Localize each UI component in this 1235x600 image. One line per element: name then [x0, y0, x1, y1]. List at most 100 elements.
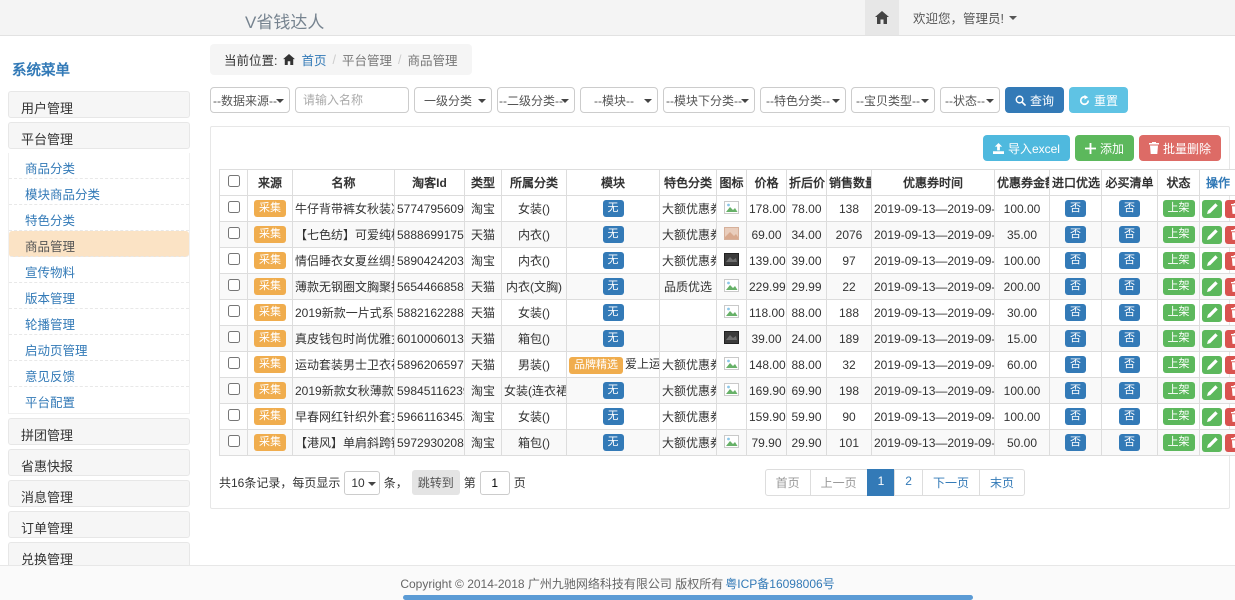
must-buy-badge[interactable]: 否	[1119, 434, 1140, 451]
select-all-checkbox[interactable]	[228, 175, 240, 187]
page-button[interactable]: 2	[894, 469, 923, 496]
edit-button[interactable]	[1202, 330, 1222, 348]
edit-button[interactable]	[1202, 356, 1222, 374]
row-checkbox[interactable]	[228, 409, 240, 421]
delete-button[interactable]	[1225, 356, 1235, 374]
horizontal-scrollbar[interactable]	[403, 595, 973, 600]
sidebar-subitem[interactable]: 启动页管理	[9, 335, 189, 361]
sidebar-subitem[interactable]: 商品分类	[9, 153, 189, 179]
edit-button[interactable]	[1202, 304, 1222, 322]
sidebar-subitem[interactable]: 版本管理	[9, 283, 189, 309]
must-buy-badge[interactable]: 否	[1119, 356, 1140, 373]
page-button[interactable]: 下一页	[922, 469, 980, 496]
status-badge[interactable]: 上架	[1163, 408, 1195, 425]
filter-select[interactable]: --数据来源--	[210, 87, 290, 113]
import-select-badge[interactable]: 否	[1065, 200, 1086, 217]
edit-button[interactable]	[1202, 382, 1222, 400]
status-badge[interactable]: 上架	[1163, 226, 1195, 243]
page-button[interactable]: 末页	[979, 469, 1025, 496]
import-select-badge[interactable]: 否	[1065, 278, 1086, 295]
edit-button[interactable]	[1202, 252, 1222, 270]
import-select-badge[interactable]: 否	[1065, 330, 1086, 347]
icp-link[interactable]: 粤ICP备16098006号	[725, 575, 834, 592]
status-badge[interactable]: 上架	[1163, 356, 1195, 373]
delete-button[interactable]	[1225, 252, 1235, 270]
sidebar-subitem[interactable]: 模块商品分类	[9, 179, 189, 205]
sidebar-item[interactable]: 消息管理	[8, 480, 190, 507]
row-checkbox[interactable]	[228, 331, 240, 343]
sidebar-subitem[interactable]: 平台配置	[9, 387, 189, 413]
row-checkbox[interactable]	[228, 279, 240, 291]
delete-button[interactable]	[1225, 304, 1235, 322]
must-buy-badge[interactable]: 否	[1119, 408, 1140, 425]
delete-button[interactable]	[1225, 382, 1235, 400]
status-badge[interactable]: 上架	[1163, 304, 1195, 321]
page-button[interactable]: 首页	[765, 469, 811, 496]
query-button[interactable]: 查询	[1005, 87, 1064, 113]
delete-button[interactable]	[1225, 200, 1235, 218]
home-button[interactable]	[865, 0, 899, 35]
edit-button[interactable]	[1202, 408, 1222, 426]
must-buy-badge[interactable]: 否	[1119, 252, 1140, 269]
filter-select[interactable]: --宝贝类型--	[851, 87, 935, 113]
row-checkbox[interactable]	[228, 227, 240, 239]
sidebar-item[interactable]: 兑换管理	[8, 542, 190, 565]
delete-button[interactable]	[1225, 408, 1235, 426]
filter-select[interactable]: --二级分类--	[497, 87, 575, 113]
delete-button[interactable]	[1225, 434, 1235, 452]
status-badge[interactable]: 上架	[1163, 382, 1195, 399]
edit-button[interactable]	[1202, 200, 1222, 218]
reset-button[interactable]: 重置	[1069, 87, 1128, 113]
filter-select[interactable]: --状态--	[940, 87, 1000, 113]
sidebar-item[interactable]: 拼团管理	[8, 418, 190, 445]
sidebar-subitem[interactable]: 特色分类	[9, 205, 189, 231]
must-buy-badge[interactable]: 否	[1119, 278, 1140, 295]
must-buy-badge[interactable]: 否	[1119, 330, 1140, 347]
edit-button[interactable]	[1202, 278, 1222, 296]
sidebar-item[interactable]: 订单管理	[8, 511, 190, 538]
import-select-badge[interactable]: 否	[1065, 408, 1086, 425]
must-buy-badge[interactable]: 否	[1119, 226, 1140, 243]
import-select-badge[interactable]: 否	[1065, 226, 1086, 243]
import-select-badge[interactable]: 否	[1065, 252, 1086, 269]
status-badge[interactable]: 上架	[1163, 434, 1195, 451]
sidebar-item[interactable]: 用户管理	[8, 91, 190, 118]
status-badge[interactable]: 上架	[1163, 278, 1195, 295]
filter-select[interactable]: --特色分类--	[760, 87, 846, 113]
filter-select[interactable]: --模块下分类--	[663, 87, 755, 113]
sidebar-subitem[interactable]: 轮播管理	[9, 309, 189, 335]
edit-button[interactable]	[1202, 226, 1222, 244]
row-checkbox[interactable]	[228, 357, 240, 369]
delete-button[interactable]	[1225, 226, 1235, 244]
import-select-badge[interactable]: 否	[1065, 434, 1086, 451]
batch-delete-button[interactable]: 批量删除	[1139, 135, 1221, 161]
must-buy-badge[interactable]: 否	[1119, 304, 1140, 321]
delete-button[interactable]	[1225, 278, 1235, 296]
jump-page-input[interactable]	[480, 471, 510, 495]
per-page-select[interactable]: 10	[344, 471, 379, 495]
add-button[interactable]: 添加	[1075, 135, 1134, 161]
filter-select[interactable]: --模块--	[580, 87, 658, 113]
sidebar-item[interactable]: 省惠快报	[8, 449, 190, 476]
must-buy-badge[interactable]: 否	[1119, 200, 1140, 217]
import-select-badge[interactable]: 否	[1065, 382, 1086, 399]
search-name-input[interactable]	[295, 87, 409, 113]
status-badge[interactable]: 上架	[1163, 330, 1195, 347]
row-checkbox[interactable]	[228, 383, 240, 395]
import-select-badge[interactable]: 否	[1065, 356, 1086, 373]
status-badge[interactable]: 上架	[1163, 252, 1195, 269]
must-buy-badge[interactable]: 否	[1119, 382, 1140, 399]
delete-button[interactable]	[1225, 330, 1235, 348]
sidebar-subitem[interactable]: 商品管理	[9, 231, 189, 257]
sidebar-subitem[interactable]: 宣传物料	[9, 257, 189, 283]
page-button[interactable]: 上一页	[810, 469, 868, 496]
status-badge[interactable]: 上架	[1163, 200, 1195, 217]
sidebar-subitem[interactable]: 意见反馈	[9, 361, 189, 387]
user-menu[interactable]: 欢迎您，管理员!	[899, 8, 1031, 27]
row-checkbox[interactable]	[228, 201, 240, 213]
edit-button[interactable]	[1202, 434, 1222, 452]
filter-select[interactable]: 一级分类	[414, 87, 492, 113]
sidebar-item[interactable]: 平台管理	[8, 122, 190, 149]
page-button[interactable]: 1	[867, 469, 896, 496]
row-checkbox[interactable]	[228, 435, 240, 447]
